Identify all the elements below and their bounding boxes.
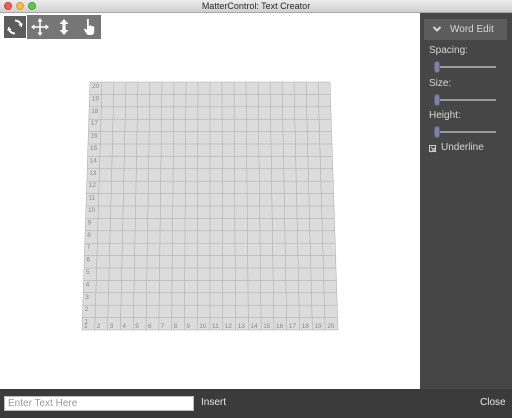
y-axis-tick-label: 11 bbox=[88, 195, 95, 202]
move-icon bbox=[31, 18, 49, 36]
x-axis-tick-label: 12 bbox=[225, 323, 233, 330]
y-axis-tick-label: 3 bbox=[85, 294, 89, 301]
size-slider-track[interactable] bbox=[434, 99, 496, 101]
x-axis-tick-label: 6 bbox=[148, 323, 152, 330]
y-axis-tick-label: 16 bbox=[90, 133, 98, 140]
x-axis-tick-label: 18 bbox=[302, 323, 310, 330]
y-axis-tick-label: 14 bbox=[90, 157, 98, 164]
x-axis-tick-label: 19 bbox=[314, 323, 322, 330]
rotate-icon bbox=[7, 19, 23, 35]
height-slider-thumb[interactable] bbox=[434, 126, 440, 138]
y-axis-tick-label: 13 bbox=[89, 170, 97, 177]
x-axis-tick-label: 15 bbox=[263, 323, 271, 330]
rotate-view-button[interactable] bbox=[3, 15, 27, 39]
x-axis-tick-label: 11 bbox=[212, 323, 219, 330]
height-slider-track[interactable] bbox=[434, 131, 496, 133]
view-toolbar bbox=[3, 15, 101, 39]
checkmark-icon bbox=[430, 146, 437, 153]
x-axis-tick-label: 13 bbox=[238, 323, 246, 330]
x-axis-tick-label: 2 bbox=[97, 323, 101, 330]
hand-pointer-icon bbox=[83, 18, 95, 35]
x-axis-tick-label: 4 bbox=[122, 323, 126, 330]
x-axis-tick-label: 8 bbox=[174, 323, 178, 330]
underline-checkbox[interactable] bbox=[429, 145, 437, 153]
spacing-slider-thumb[interactable] bbox=[434, 61, 440, 73]
size-slider-thumb[interactable] bbox=[434, 94, 440, 106]
close-button[interactable]: Close bbox=[480, 397, 506, 408]
y-axis-tick-label: 5 bbox=[86, 269, 90, 276]
chevron-down-icon bbox=[432, 26, 442, 32]
y-axis-tick-label: 2 bbox=[85, 306, 89, 313]
select-part-button[interactable] bbox=[77, 15, 101, 39]
window-title: MatterControl: Text Creator bbox=[201, 1, 311, 11]
y-axis-tick-label: 10 bbox=[88, 207, 96, 214]
y-axis-tick-label: 7 bbox=[87, 244, 91, 251]
underline-label: Underline bbox=[441, 142, 484, 153]
x-axis-tick-label: 14 bbox=[250, 323, 258, 330]
y-axis-tick-label: 15 bbox=[90, 145, 98, 152]
y-axis-tick-label: 8 bbox=[87, 232, 91, 239]
word-edit-panel: Word Edit Spacing: Size: Height: Underli… bbox=[420, 13, 512, 389]
move-vertical-icon bbox=[59, 19, 69, 35]
x-axis-tick-label: 17 bbox=[289, 323, 297, 330]
text-entry-input[interactable] bbox=[4, 396, 194, 411]
x-axis-tick-label: 5 bbox=[135, 323, 139, 330]
zoom-view-button[interactable] bbox=[52, 15, 76, 39]
x-axis-tick-label: 10 bbox=[199, 323, 207, 330]
height-label: Height: bbox=[429, 110, 461, 121]
size-label: Size: bbox=[429, 78, 452, 89]
y-axis-tick-label: 6 bbox=[86, 257, 90, 264]
spacing-label: Spacing: bbox=[429, 45, 468, 56]
x-axis-tick-label: 9 bbox=[186, 323, 190, 330]
x-axis-tick-label: 16 bbox=[276, 323, 284, 330]
bottom-bar: Insert Close bbox=[0, 389, 512, 418]
insert-button[interactable]: Insert bbox=[201, 397, 226, 408]
y-axis-tick-label: 17 bbox=[91, 120, 99, 127]
x-axis-tick-label: 7 bbox=[161, 323, 165, 330]
move-view-button[interactable] bbox=[28, 15, 52, 39]
y-axis-tick-label: 1 bbox=[84, 319, 88, 326]
print-bed-grid[interactable]: 1 2 3 4 5 6 7 8 9 10 11 12 13 14 15 16 17 18 19 20 12345678… bbox=[78, 80, 342, 332]
y-axis-tick-label: 19 bbox=[92, 95, 100, 102]
y-axis-tick-label: 4 bbox=[86, 281, 90, 288]
y-axis-tick-label: 20 bbox=[92, 83, 100, 90]
y-axis-tick-label: 9 bbox=[88, 219, 92, 226]
x-axis-tick-label: 3 bbox=[110, 323, 114, 330]
word-edit-section-header[interactable]: Word Edit bbox=[424, 19, 507, 40]
y-axis-tick-label: 18 bbox=[91, 108, 99, 115]
print-bed-gridlines bbox=[81, 81, 339, 331]
title-bar: MatterControl: Text Creator bbox=[0, 0, 512, 13]
x-axis-tick-label: 20 bbox=[327, 323, 335, 330]
word-edit-label: Word Edit bbox=[450, 24, 494, 35]
y-axis-tick-label: 12 bbox=[89, 182, 97, 189]
spacing-slider-track[interactable] bbox=[434, 66, 496, 68]
